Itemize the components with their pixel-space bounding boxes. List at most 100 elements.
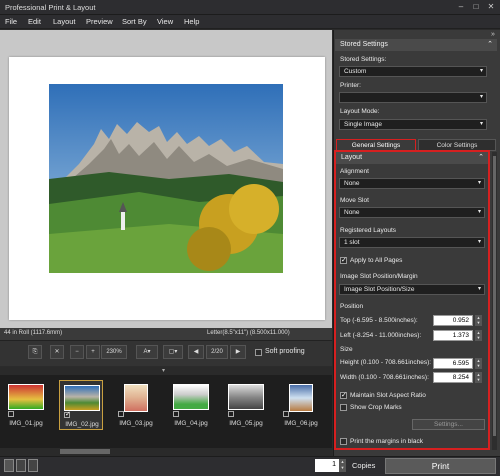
thumbnail-image (64, 385, 100, 411)
stored-settings-header[interactable]: Stored Settings ⌃ (335, 39, 497, 51)
thumbnail-item[interactable]: IMG_03.jpg (114, 380, 158, 430)
thumbnail-image (289, 384, 313, 412)
apply-all-pages-checkbox[interactable] (340, 256, 347, 264)
menu-edit[interactable]: Edit (28, 17, 41, 26)
filmstrip-scrollbar[interactable] (0, 448, 332, 456)
chevron-down-icon: ▾ (477, 239, 481, 245)
close-icon[interactable]: ✕ (485, 2, 497, 12)
thumbnail-item[interactable]: IMG_01.jpg (4, 380, 48, 430)
move-slot-label: Move Slot (340, 197, 369, 204)
next-page-icon[interactable]: ▶ (230, 345, 246, 359)
panel-scrollbar[interactable] (492, 152, 497, 450)
soft-proofing-label: Soft proofing (265, 348, 305, 355)
printer-select[interactable]: ▾ (339, 92, 487, 103)
thumbnail-checkbox[interactable] (228, 411, 234, 417)
menu-file[interactable]: File (5, 17, 17, 26)
show-crop-marks-checkbox[interactable] (340, 404, 347, 411)
view-single-icon[interactable] (4, 459, 14, 472)
chevron-down-icon: ▾ (479, 94, 483, 100)
left-stepper[interactable]: ▲ ▼ (475, 330, 482, 341)
copies-input[interactable]: 1 (315, 459, 339, 472)
thumbnail-image (228, 384, 264, 410)
stored-settings-select[interactable]: Custom ▾ (339, 66, 487, 77)
thumbnail-caption: IMG_01.jpg (9, 420, 43, 427)
menu-help[interactable]: Help (184, 17, 199, 26)
soft-proofing-checkbox[interactable] (255, 349, 262, 356)
print-button[interactable]: Print (385, 458, 496, 474)
width-stepper[interactable]: ▲ ▼ (475, 372, 482, 383)
thumbnail-caption: IMG_06.jpg (284, 420, 318, 427)
photo-preview[interactable] (49, 84, 283, 273)
prev-page-icon[interactable]: ◀ (188, 345, 204, 359)
thumbnail-checkbox[interactable] (8, 411, 14, 417)
collapse-panel-icon[interactable]: » (491, 31, 495, 38)
width-input[interactable]: 8.254 (433, 372, 473, 383)
height-label: Height (0.100 - 708.661inches): (340, 359, 432, 366)
left-input[interactable]: 1.373 (433, 330, 473, 341)
view-double-icon[interactable] (16, 459, 26, 472)
thumbnail-checkbox[interactable] (173, 411, 179, 417)
chevron-up-icon: ⌃ (478, 154, 484, 161)
position-label: Position (340, 303, 364, 310)
maintain-aspect-label: Maintain Slot Aspect Ratio (350, 392, 426, 399)
left-label: Left (-8.254 - 11.000inches): (340, 332, 422, 339)
thumbnail-caption: IMG_05.jpg (229, 420, 263, 427)
printer-label: Printer: (340, 82, 361, 89)
maximize-icon[interactable]: □ (470, 2, 482, 12)
app-title: Professional Print & Layout (5, 3, 96, 12)
print-margins-label: Print the margins in black (350, 438, 423, 445)
top-input[interactable]: 0.952 (433, 315, 473, 326)
frame-icon[interactable]: ▢▾ (163, 345, 183, 359)
registered-layouts-label: Registered Layouts (340, 227, 397, 234)
top-stepper[interactable]: ▲ ▼ (475, 315, 482, 326)
menu-layout[interactable]: Layout (53, 17, 76, 26)
zoom-level[interactable]: 230% (101, 345, 127, 359)
thumbnail-caption: IMG_02.jpg (65, 421, 99, 428)
rotate-icon[interactable]: A▾ (136, 345, 158, 359)
stored-settings-label: Stored Settings: (340, 56, 387, 63)
thumbnail-item[interactable]: IMG_06.jpg (279, 380, 323, 430)
filmstrip-toggle[interactable]: ▾ (0, 367, 332, 375)
menu-sort-by[interactable]: Sort By (122, 17, 147, 26)
view-list-icon[interactable] (28, 459, 38, 472)
layout-mode-select[interactable]: Single Image ▾ (339, 119, 487, 130)
menu-view[interactable]: View (157, 17, 173, 26)
height-input[interactable]: 6.595 (433, 358, 473, 369)
delete-page-icon[interactable]: ✕ (50, 345, 64, 359)
registered-layouts-select[interactable]: 1 slot ▾ (339, 237, 485, 248)
thumbnail-image (124, 384, 148, 412)
zoom-out-icon[interactable]: − (70, 345, 84, 359)
alignment-select[interactable]: None ▾ (339, 178, 485, 189)
copies-stepper[interactable]: ▲ ▼ (339, 459, 346, 472)
page-indicator: 2/20 (206, 345, 228, 359)
move-slot-select[interactable]: None ▾ (339, 207, 485, 218)
height-stepper[interactable]: ▲ ▼ (475, 358, 482, 369)
thumbnail-image (173, 384, 209, 410)
thumbnail-checkbox[interactable] (118, 411, 124, 417)
add-page-icon[interactable]: ⎘ (28, 345, 42, 359)
thumbnail-checkbox[interactable] (283, 411, 289, 417)
scrollbar-thumb[interactable] (60, 449, 110, 454)
chevron-down-icon: ▾ (479, 121, 483, 127)
print-margins-checkbox[interactable] (340, 438, 347, 445)
thumbnail-item[interactable]: IMG_04.jpg (169, 380, 213, 430)
thumbnail-item-selected[interactable]: ✓ IMG_02.jpg (59, 380, 103, 430)
slot-position-select[interactable]: Image Slot Position/Size ▾ (339, 284, 485, 295)
show-crop-marks-label: Show Crop Marks (350, 404, 402, 411)
size-label: Size (340, 346, 353, 353)
thumbnail-item[interactable]: IMG_05.jpg (224, 380, 268, 430)
chevron-down-icon: ▾ (477, 286, 481, 292)
menu-bar: File Edit Layout Preview Sort By View He… (0, 15, 500, 29)
thumbnail-caption: IMG_04.jpg (174, 420, 208, 427)
chevron-down-icon: ▾ (479, 68, 483, 74)
maintain-aspect-checkbox[interactable] (340, 391, 347, 399)
menu-preview[interactable]: Preview (86, 17, 113, 26)
minimize-icon[interactable]: – (455, 2, 467, 12)
chevron-up-icon: ⌃ (487, 41, 493, 48)
zoom-in-icon[interactable]: + (86, 345, 100, 359)
apply-all-pages-label: Apply to All Pages (350, 257, 403, 264)
top-label: Top (-6.595 - 8.500inches): (340, 317, 418, 324)
settings-button[interactable]: Settings... (412, 419, 485, 430)
thumbnail-checkbox-checked[interactable]: ✓ (64, 411, 71, 418)
layout-section-header[interactable]: Layout ⌃ (336, 152, 488, 164)
